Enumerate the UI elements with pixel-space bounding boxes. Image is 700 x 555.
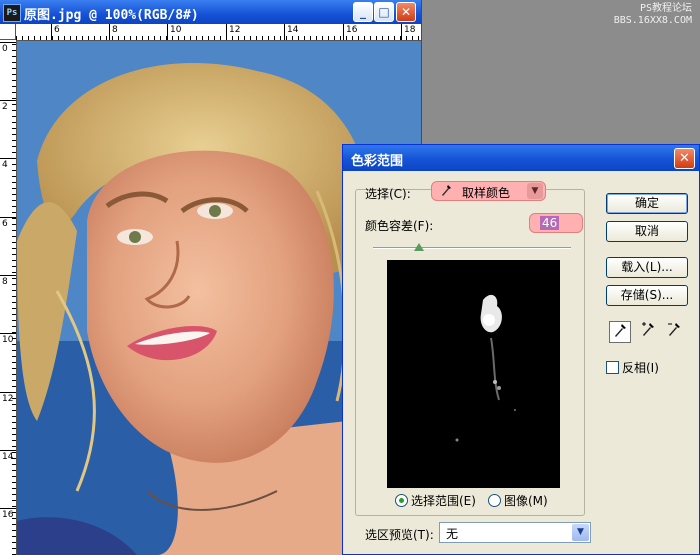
- horizontal-ruler[interactable]: 6 8 10 12 14 16 18: [16, 24, 421, 41]
- save-button[interactable]: 存储(S)...: [606, 285, 688, 306]
- ruler-number: 6: [54, 25, 60, 35]
- dialog-title: 色彩范围: [351, 154, 404, 169]
- selection-preview-dropdown[interactable]: 无 ▼: [439, 522, 591, 543]
- ruler-number: 4: [2, 160, 8, 170]
- ruler-corner[interactable]: [0, 24, 16, 40]
- radio-selection-label: 选择范围(E): [411, 494, 476, 508]
- fuzziness-value: 46: [540, 216, 560, 230]
- ruler-number: 12: [2, 394, 14, 404]
- watermark: PS教程论坛 BBS.16XX8.COM: [614, 3, 692, 27]
- invert-checkbox[interactable]: 反相(I): [606, 359, 659, 376]
- minimize-button[interactable]: _: [353, 2, 373, 22]
- ok-button[interactable]: 确定: [606, 193, 688, 214]
- radio-selection[interactable]: 选择范围(E): [395, 492, 476, 509]
- dialog-close-button[interactable]: ✕: [674, 148, 695, 169]
- selection-preview-value: 无: [446, 527, 459, 541]
- cancel-button[interactable]: 取消: [606, 221, 688, 242]
- chevron-down-icon[interactable]: ▼: [527, 183, 543, 199]
- dialog-title-bar[interactable]: 色彩范围 ✕: [343, 145, 699, 171]
- ruler-number: 14: [287, 25, 299, 35]
- ruler-number: 2: [2, 102, 8, 112]
- fuzziness-label: 颜色容差(F):: [365, 219, 434, 233]
- select-dropdown[interactable]: 取样颜色 ▼: [431, 181, 546, 201]
- watermark-line1: PS教程论坛: [639, 3, 692, 14]
- subtract-eyedropper-tool-button[interactable]: [663, 321, 685, 343]
- ruler-number: 12: [229, 25, 241, 35]
- eyedropper-icon: [440, 183, 452, 200]
- ruler-number: 8: [112, 25, 118, 35]
- chevron-down-icon[interactable]: ▼: [572, 524, 589, 541]
- close-button[interactable]: ✕: [396, 2, 416, 22]
- mask-preview-image: [387, 260, 560, 488]
- ruler-number: 18: [404, 25, 416, 35]
- select-label: 选择(C):: [365, 187, 411, 201]
- eyedropper-minus-icon: [668, 323, 680, 336]
- ruler-number: 16: [2, 510, 14, 520]
- maximize-button[interactable]: □: [374, 2, 394, 22]
- ruler-number: 0: [2, 44, 8, 54]
- eyedropper-tool-button[interactable]: [609, 321, 631, 343]
- document-title-bar[interactable]: Ps 原图.jpg @ 100%(RGB/8#) _ □ ✕: [0, 0, 421, 24]
- selection-preview[interactable]: [387, 260, 560, 488]
- selection-preview-label: 选区预览(T):: [365, 528, 434, 542]
- checkbox-box[interactable]: [606, 361, 619, 374]
- ruler-number: 8: [2, 277, 8, 287]
- ruler-number: 6: [2, 219, 8, 229]
- eyedropper-icon: [615, 324, 626, 337]
- radio-image[interactable]: 图像(M): [488, 492, 548, 509]
- radio-dot[interactable]: [488, 494, 501, 507]
- ruler-number: 10: [2, 335, 14, 345]
- watermark-line2: BBS.16XX8.COM: [613, 15, 692, 26]
- color-range-dialog: 色彩范围 ✕ 选择(C): 取样颜色 ▼ 颜色容差(F): 46 选择范围(E)…: [342, 144, 700, 555]
- vertical-ruler[interactable]: 0 2 4 6 8 10 12 14 16: [0, 40, 17, 555]
- fuzziness-slider-thumb[interactable]: [413, 243, 424, 251]
- select-dropdown-value: 取样颜色: [462, 186, 511, 200]
- ruler-number: 16: [346, 25, 358, 35]
- ruler-number: 10: [170, 25, 182, 35]
- eyedropper-plus-icon: [642, 322, 654, 336]
- radio-image-label: 图像(M): [504, 494, 548, 508]
- fuzziness-slider-track[interactable]: [373, 247, 571, 249]
- document-title: 原图.jpg @ 100%(RGB/8#): [24, 8, 199, 23]
- radio-dot-selected[interactable]: [395, 494, 408, 507]
- add-eyedropper-tool-button[interactable]: [637, 321, 659, 343]
- fuzziness-input[interactable]: 46: [529, 213, 583, 233]
- invert-label: 反相(I): [622, 361, 659, 375]
- ruler-number: 14: [2, 452, 14, 462]
- photoshop-icon: Ps: [3, 4, 21, 22]
- load-button[interactable]: 载入(L)...: [606, 257, 688, 278]
